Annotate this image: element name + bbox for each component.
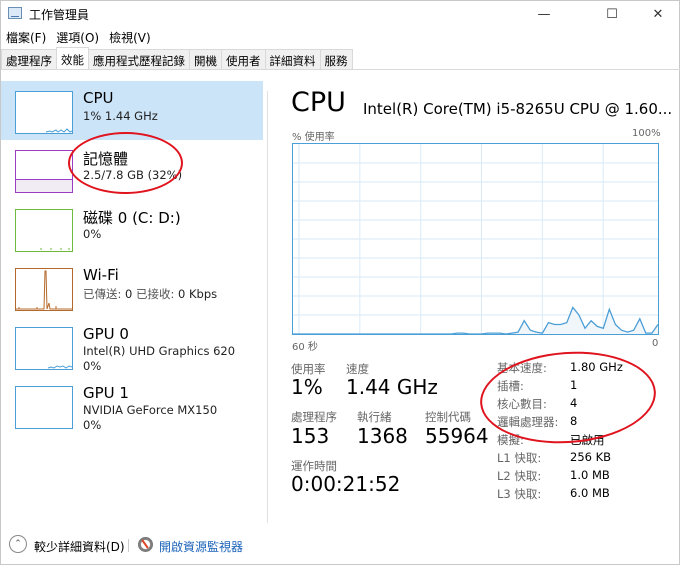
graph-y-max-label: 100% [632,128,661,139]
handles-label: 控制代碼 [425,410,471,424]
sidebar-gpu0-name: GPU 0 [83,325,129,343]
wifi-received-value: 0 Kbps [178,287,218,301]
sidebar-gpu1-model: NVIDIA GeForce MX150 [83,403,218,417]
spec-virtualization-label: 模擬: [497,433,524,447]
tab-details[interactable]: 詳細資料 [264,49,321,69]
spec-base-speed-value: 1.80 GHz [570,360,623,374]
sidebar-item-wifi[interactable]: Wi-Fi 已傳送: 0 已接收: 0 Kbps [1,258,263,317]
menu-file[interactable]: 檔案(F) [1,27,51,47]
sidebar-disk-detail: 0% [83,227,102,241]
tab-users[interactable]: 使用者 [221,49,266,69]
spec-l2-cache-label: L2 快取: [497,469,542,483]
window-title: 工作管理員 [29,8,90,22]
spec-logical-processors-value: 8 [570,414,578,428]
spec-l3-cache-label: L3 快取: [497,487,542,501]
threads-label: 執行緒 [357,410,392,424]
speed-value: 1.44 GHz [346,375,438,399]
sidebar-item-cpu[interactable]: CPU 1% 1.44 GHz [1,81,263,140]
graph-y-label: % 使用率 [292,132,335,143]
page-title: CPU [291,87,346,118]
processes-value: 153 [291,424,330,448]
minimize-button[interactable]: — [521,1,567,27]
spec-base-speed-label: 基本速度: [497,361,547,375]
spec-sockets-label: 插槽: [497,379,524,393]
close-icon: ✕ [652,6,664,22]
sidebar-item-memory[interactable]: 記憶體 2.5/7.8 GB (32%) [1,140,263,199]
spec-sockets-value: 1 [570,378,578,392]
wifi-sent-label: 已傳送: [83,287,122,301]
menu-view[interactable]: 檢視(V) [104,27,156,47]
tab-processes[interactable]: 處理程序 [1,49,57,69]
tab-startup[interactable]: 開機 [189,49,222,69]
disk-thumbnail-graph [15,209,73,252]
tab-app-history[interactable]: 應用程式歷程記錄 [88,49,190,69]
menu-options[interactable]: 選項(O) [51,27,104,47]
sidebar-gpu1-name: GPU 1 [83,384,129,402]
sidebar-item-gpu0[interactable]: GPU 0 Intel(R) UHD Graphics 620 0% [1,317,263,376]
spec-l2-cache-value: 1.0 MB [570,468,610,482]
utilization-value: 1% [291,375,323,399]
spec-cores-label: 核心數目: [497,397,547,411]
tab-performance[interactable]: 效能 [56,47,89,69]
gpu0-thumbnail-graph [15,327,73,370]
minimize-icon: — [537,6,551,22]
maximize-button[interactable]: ☐ [589,1,635,27]
collapse-button[interactable]: ⌃ [9,535,27,553]
title-bar: 工作管理員 — ☐ ✕ [1,1,680,27]
cpu-usage-graph [292,143,659,335]
open-resource-monitor-link[interactable]: 開啟資源監視器 [159,538,243,555]
wifi-received-label: 已接收: [136,287,175,301]
sidebar-cpu-detail: 1% 1.44 GHz [83,109,158,123]
cpu-usage-chart [293,144,658,334]
cpu-model-name: Intel(R) Core(TM) i5-8265U CPU @ 1.60... [363,100,673,118]
sidebar-cpu-name: CPU [83,89,114,107]
uptime-value: 0:00:21:52 [291,472,401,496]
wifi-thumbnail-graph [15,268,73,311]
sidebar-wifi-name: Wi-Fi [83,266,119,284]
cpu-thumbnail-graph [15,91,73,134]
footer-divider [128,539,129,552]
spec-logical-processors-label: 邏輯處理器: [497,415,559,429]
menu-bar: 檔案(F) 選項(O) 檢視(V) [1,27,156,47]
sidebar-item-gpu1[interactable]: GPU 1 NVIDIA GeForce MX150 0% [1,376,263,435]
footer: ⌃ 較少詳細資料(D) 開啟資源監視器 [1,529,680,559]
processes-label: 處理程序 [291,410,337,424]
wifi-sent-value: 0 [125,287,133,301]
handles-value: 55964 [425,424,489,448]
maximize-icon: ☐ [606,6,618,22]
tab-bar: 處理程序 效能 應用程式歷程記錄 開機 使用者 詳細資料 服務 [1,47,680,70]
sidebar-disk-name: 磁碟 0 (C: D:) [83,209,181,227]
spec-l3-cache-value: 6.0 MB [570,486,610,500]
tab-services[interactable]: 服務 [319,49,353,69]
spec-l1-cache-label: L1 快取: [497,451,542,465]
resource-monitor-icon [138,537,153,552]
spec-cores-value: 4 [570,396,578,410]
resource-sidebar: CPU 1% 1.44 GHz 記憶體 2.5/7.8 GB (32%) 磁碟 … [1,81,263,435]
spec-l1-cache-value: 256 KB [570,450,612,464]
close-button[interactable]: ✕ [635,1,680,27]
graph-x-right-label: 0 [652,338,659,349]
panel-divider [267,91,268,523]
threads-value: 1368 [357,424,408,448]
sidebar-gpu0-model: Intel(R) UHD Graphics 620 [83,344,236,358]
memory-thumbnail-graph [15,150,73,193]
sidebar-gpu0-usage: 0% [83,359,102,373]
gpu1-thumbnail-graph [15,386,73,429]
graph-x-left-label: 60 秒 [292,342,318,353]
sidebar-gpu1-usage: 0% [83,418,102,432]
chevron-up-icon: ⌃ [14,539,22,549]
sidebar-memory-name: 記憶體 [83,150,129,168]
sidebar-wifi-detail: 已傳送: 0 已接收: 0 Kbps [83,286,217,302]
sidebar-item-disk[interactable]: 磁碟 0 (C: D:) 0% [1,199,263,258]
spec-virtualization-value: 已啟用 [570,433,605,447]
sidebar-memory-detail: 2.5/7.8 GB (32%) [83,168,183,182]
fewer-details-link[interactable]: 較少詳細資料(D) [34,538,125,555]
task-manager-icon [8,7,22,19]
